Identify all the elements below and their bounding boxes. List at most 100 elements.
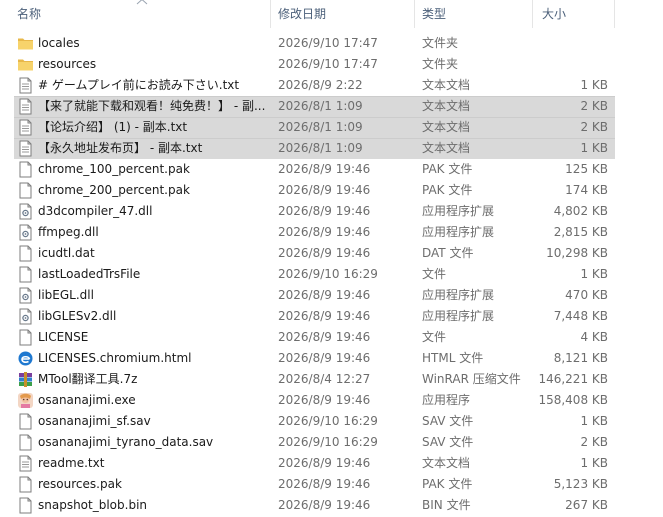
text-file-icon [17, 140, 34, 157]
file-size: 2,815 KB [553, 225, 608, 239]
column-header-name[interactable]: 名称 [17, 0, 41, 28]
file-modified-date: 2026/9/10 17:47 [278, 57, 378, 71]
file-modified-date: 2026/8/1 1:09 [278, 120, 363, 134]
file-row[interactable]: ffmpeg.dll 2026/8/9 19:46 应用程序扩展 2,815 KB [0, 222, 663, 243]
file-name: MTool翻译工具.7z [38, 372, 138, 386]
file-modified-date: 2026/8/9 19:46 [278, 246, 371, 260]
file-name: locales [38, 36, 80, 50]
file-row[interactable]: 【永久地址发布页】 - 副本.txt 2026/8/1 1:09 文本文档 1 KB [0, 138, 663, 159]
text-file-icon [17, 119, 34, 136]
file-type: 文本文档 [422, 456, 471, 470]
file-row[interactable]: chrome_200_percent.pak 2026/8/9 19:46 PAK … [0, 180, 663, 201]
file-name: 【来了就能下载和观看！纯免费！】 - 副... [38, 99, 266, 113]
file-name: osananajimi.exe [38, 393, 136, 407]
text-file-icon [17, 77, 34, 94]
column-header-type[interactable]: 类型 [422, 0, 446, 28]
file-row[interactable]: resources 2026/9/10 17:47 文件夹 [0, 54, 663, 75]
blank-file-icon [17, 413, 34, 430]
file-name: chrome_200_percent.pak [38, 183, 190, 197]
text-file-icon [17, 455, 34, 472]
file-modified-date: 2026/8/9 19:46 [278, 225, 371, 239]
file-type: 应用程序扩展 [422, 288, 495, 302]
file-modified-date: 2026/8/9 19:46 [278, 351, 371, 365]
file-size: 470 KB [565, 288, 608, 302]
file-size: 267 KB [565, 498, 608, 512]
file-size [537, 33, 608, 54]
file-modified-date: 2026/8/9 19:46 [278, 330, 371, 344]
file-name: 【永久地址发布页】 - 副本.txt [38, 141, 203, 155]
file-modified-date: 2026/8/9 19:46 [278, 477, 371, 491]
dll-file-icon [17, 203, 34, 220]
file-row[interactable]: MTool翻译工具.7z 2026/8/4 12:27 WinRAR 压缩文件 146… [0, 369, 663, 390]
file-name: snapshot_blob.bin [38, 498, 148, 512]
file-row[interactable]: 【论坛介绍】 (1) - 副本.txt 2026/8/1 1:09 文本文档 2 KB [0, 117, 663, 138]
file-row[interactable]: icudtl.dat 2026/8/9 19:46 DAT 文件 10,298 KB [0, 243, 663, 264]
file-name: lastLoadedTrsFile [38, 267, 141, 281]
text-file-icon [17, 98, 34, 115]
file-row[interactable]: osananajimi_sf.sav 2026/9/10 16:29 SAV 文件 1… [0, 411, 663, 432]
column-divider[interactable] [270, 0, 271, 28]
file-type: DAT 文件 [422, 246, 474, 260]
file-size: 1 KB [580, 78, 608, 92]
file-size: 2 KB [580, 435, 608, 449]
column-header-size[interactable]: 大小 [542, 0, 566, 28]
file-type: 应用程序扩展 [422, 225, 495, 239]
column-divider[interactable] [532, 0, 533, 28]
file-row[interactable]: lastLoadedTrsFile 2026/9/10 16:29 文件 1 KB [0, 264, 663, 285]
file-size: 1 KB [580, 267, 608, 281]
file-type: 文件 [422, 330, 447, 344]
blank-file-icon [17, 161, 34, 178]
file-size: 5,123 KB [553, 477, 608, 491]
column-header-bar: 名称 修改日期 类型 大小 [0, 0, 663, 28]
file-size: 158,408 KB [538, 393, 608, 407]
file-modified-date: 2026/9/10 16:29 [278, 267, 378, 281]
file-modified-date: 2026/8/9 19:46 [278, 393, 371, 407]
file-list: locales 2026/9/10 17:47 文件夹 resources 2026/9… [0, 33, 663, 516]
file-row[interactable]: d3dcompiler_47.dll 2026/8/9 19:46 应用程序扩展 4,… [0, 201, 663, 222]
file-row[interactable]: snapshot_blob.bin 2026/8/9 19:46 BIN 文件 267… [0, 495, 663, 516]
file-name: libGLESv2.dll [38, 309, 117, 323]
file-row[interactable]: resources.pak 2026/8/9 19:46 PAK 文件 5,123 K… [0, 474, 663, 495]
file-size: 1 KB [580, 456, 608, 470]
file-name: 【论坛介绍】 (1) - 副本.txt [38, 120, 188, 134]
file-size: 146,221 KB [538, 372, 608, 386]
file-modified-date: 2026/9/10 16:29 [278, 414, 378, 428]
file-type: 文件夹 [422, 57, 459, 71]
file-modified-date: 2026/8/9 2:22 [278, 78, 363, 92]
blank-file-icon [17, 476, 34, 493]
dll-file-icon [17, 287, 34, 304]
file-row[interactable]: libEGL.dll 2026/8/9 19:46 应用程序扩展 470 KB [0, 285, 663, 306]
file-row[interactable]: # ゲームプレイ前にお読み下さい.txt 2026/8/9 2:22 文本文档 1 K… [0, 75, 663, 96]
column-divider[interactable] [614, 0, 615, 28]
file-row[interactable]: locales 2026/9/10 17:47 文件夹 [0, 33, 663, 54]
file-row[interactable]: libGLESv2.dll 2026/8/9 19:46 应用程序扩展 7,448 K… [0, 306, 663, 327]
file-name: readme.txt [38, 456, 105, 470]
file-row[interactable]: osananajimi.exe 2026/8/9 19:46 应用程序 158,408… [0, 390, 663, 411]
file-name: libEGL.dll [38, 288, 94, 302]
app-exe-icon [17, 392, 34, 409]
file-type: PAK 文件 [422, 477, 473, 491]
file-row[interactable]: chrome_100_percent.pak 2026/8/9 19:46 PAK … [0, 159, 663, 180]
file-modified-date: 2026/8/9 19:46 [278, 498, 371, 512]
file-row[interactable]: readme.txt 2026/8/9 19:46 文本文档 1 KB [0, 453, 663, 474]
file-size: 7,448 KB [553, 309, 608, 323]
folder-icon [17, 56, 34, 73]
sort-up-chevron-icon [136, 0, 148, 5]
file-name: osananajimi_sf.sav [38, 414, 151, 428]
file-modified-date: 2026/8/4 12:27 [278, 372, 371, 386]
file-row[interactable]: LICENSES.chromium.html 2026/8/9 19:46 HTML… [0, 348, 663, 369]
file-name: ffmpeg.dll [38, 225, 99, 239]
file-type: SAV 文件 [422, 435, 474, 449]
file-size: 125 KB [565, 162, 608, 176]
file-size: 1 KB [580, 414, 608, 428]
file-type: BIN 文件 [422, 498, 471, 512]
file-row[interactable]: 【来了就能下载和观看！纯免费！】 - 副... 2026/8/1 1:09 文本文档… [0, 96, 663, 117]
file-row[interactable]: osananajimi_tyrano_data.sav 2026/9/10 16:… [0, 432, 663, 453]
column-divider[interactable] [414, 0, 415, 28]
file-size: 2 KB [580, 99, 608, 113]
file-size: 174 KB [565, 183, 608, 197]
file-row[interactable]: LICENSE 2026/8/9 19:46 文件 4 KB [0, 327, 663, 348]
column-header-date[interactable]: 修改日期 [278, 0, 326, 28]
file-type: 文件夹 [422, 36, 459, 50]
file-type: 文本文档 [422, 141, 471, 155]
